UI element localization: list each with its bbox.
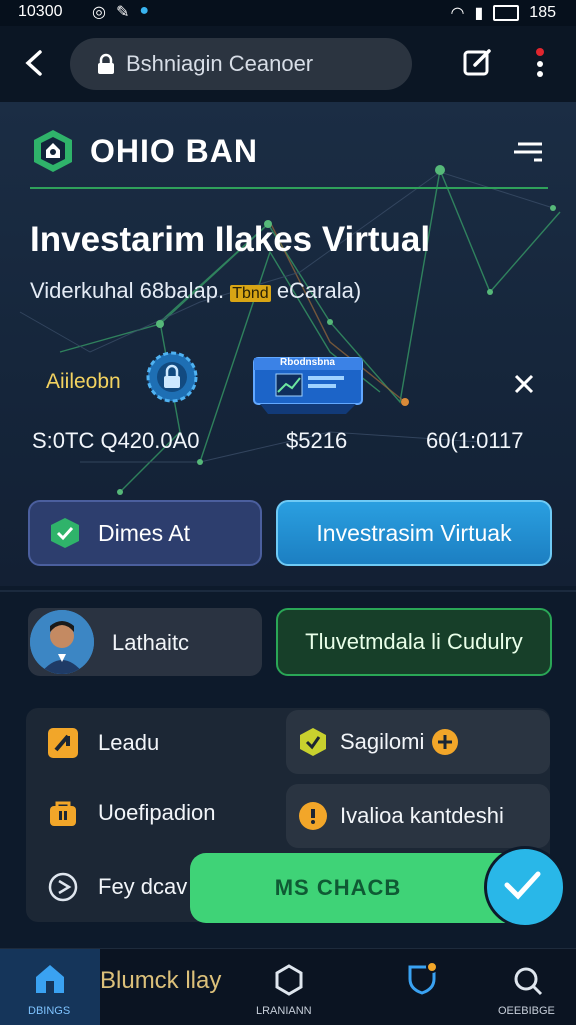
browser-toolbar: Bshniagin Ceanoer	[0, 26, 576, 102]
green-action-label: Tluvetmdala li Cudulry	[305, 629, 523, 654]
notification-icon: ✎	[115, 4, 130, 21]
back-button[interactable]	[20, 46, 50, 80]
feature-label: Aiileobn	[46, 370, 121, 393]
hexagon-outline-icon	[275, 964, 303, 996]
edit-icon	[463, 49, 491, 76]
avatar	[30, 610, 94, 674]
shield-logo-icon	[34, 130, 72, 172]
user-avatar-icon	[30, 610, 94, 674]
primary-action-button[interactable]: Dimes At	[28, 500, 262, 566]
ms-chacb-button[interactable]: MS CHACB	[190, 853, 526, 923]
camera-icon: ◎	[92, 4, 106, 21]
primary-action-label: Dimes At	[98, 519, 191, 546]
invest-virtual-button[interactable]: Investrasim Virtuak	[276, 500, 552, 566]
option-card-ivalioa[interactable]: Ivalioa kantdeshi	[286, 784, 550, 848]
card-illustration-label: Rbodnsbna	[280, 357, 335, 368]
brand-divider	[30, 187, 548, 189]
hero-subtitle: Viderkuhal 68balap. Tbnd eCarala)	[30, 278, 362, 303]
home-icon	[36, 965, 64, 993]
status-bar: 10300 ◎ ✎ ● ◠ ▮ 185	[0, 0, 576, 26]
add-icon	[432, 729, 459, 755]
list-item-leadu[interactable]: Leadu	[48, 728, 159, 758]
bag-icon	[50, 801, 76, 826]
invest-virtual-label: Investrasim Virtuak	[316, 519, 512, 546]
url-bar[interactable]: Bshniagin Ceanoer	[70, 38, 412, 90]
hexagon-icon	[300, 728, 326, 756]
profile-card[interactable]: Lathaitc	[28, 608, 262, 676]
tab-search[interactable]: OEEBIBGE	[488, 949, 568, 1025]
signal-icon: ▮	[474, 5, 484, 22]
lock-icon	[98, 53, 114, 74]
stat-value-2: $5216	[286, 428, 348, 453]
dashboard-card-illustration: Rbodnsbna	[246, 350, 366, 418]
profile-name: Lathaitc	[112, 630, 190, 655]
subtitle-tag: Tbnd	[230, 285, 271, 302]
clock: 10300	[18, 3, 63, 20]
info-icon	[299, 802, 327, 830]
promo-text: Blumck llay	[100, 967, 222, 994]
confirm-fab-button[interactable]	[484, 846, 566, 928]
battery-level: 185	[529, 4, 556, 21]
green-action-button[interactable]: Tluvetmdala li Cudulry	[276, 608, 552, 676]
close-icon	[514, 374, 534, 394]
stat-value-1: S:0TC Q420.0A0	[32, 428, 200, 453]
list-item-fey-dcav[interactable]: Fey dcav	[48, 872, 187, 902]
chevron-left-icon	[25, 50, 42, 76]
check-icon	[504, 871, 541, 900]
url-text: Bshniagin Ceanoer	[126, 51, 314, 76]
shield-notification-icon	[408, 961, 438, 995]
brand: OHIO BAN	[30, 128, 258, 174]
play-circle-icon	[48, 872, 78, 902]
security-badge-icon	[146, 351, 198, 403]
app-icon: ●	[139, 2, 150, 19]
list-item-uoefipadion[interactable]: Uoefipadion	[48, 798, 215, 828]
battery-icon	[493, 5, 520, 21]
hamburger-menu-button[interactable]	[512, 136, 546, 164]
section-divider	[0, 590, 576, 592]
search-icon	[514, 967, 543, 996]
dismiss-button[interactable]	[510, 370, 538, 398]
wifi-icon: ◠	[450, 5, 465, 22]
hero-title: Investarim Ilakes Virtual	[30, 220, 431, 259]
edit-button[interactable]	[462, 46, 494, 78]
option-card-sagilomi[interactable]: Sagilomi	[286, 710, 550, 774]
brand-name: OHIO BAN	[90, 132, 258, 169]
chart-up-icon	[48, 728, 78, 758]
menu-icon	[514, 142, 542, 162]
bottom-navigation: DBINGS Blumck llay LRANIANN OEEBIBGE	[0, 948, 576, 1025]
tab-home[interactable]: DBINGS	[0, 949, 100, 1025]
tab-explore[interactable]: LRANIANN	[250, 949, 330, 1025]
stat-value-3: 60(1:0117	[426, 428, 524, 453]
shield-check-icon	[51, 518, 79, 548]
more-menu-button[interactable]	[530, 46, 550, 82]
tab-alerts[interactable]	[390, 949, 460, 1025]
ms-chacb-label: MS CHACB	[274, 875, 402, 900]
more-vertical-icon	[536, 48, 544, 77]
